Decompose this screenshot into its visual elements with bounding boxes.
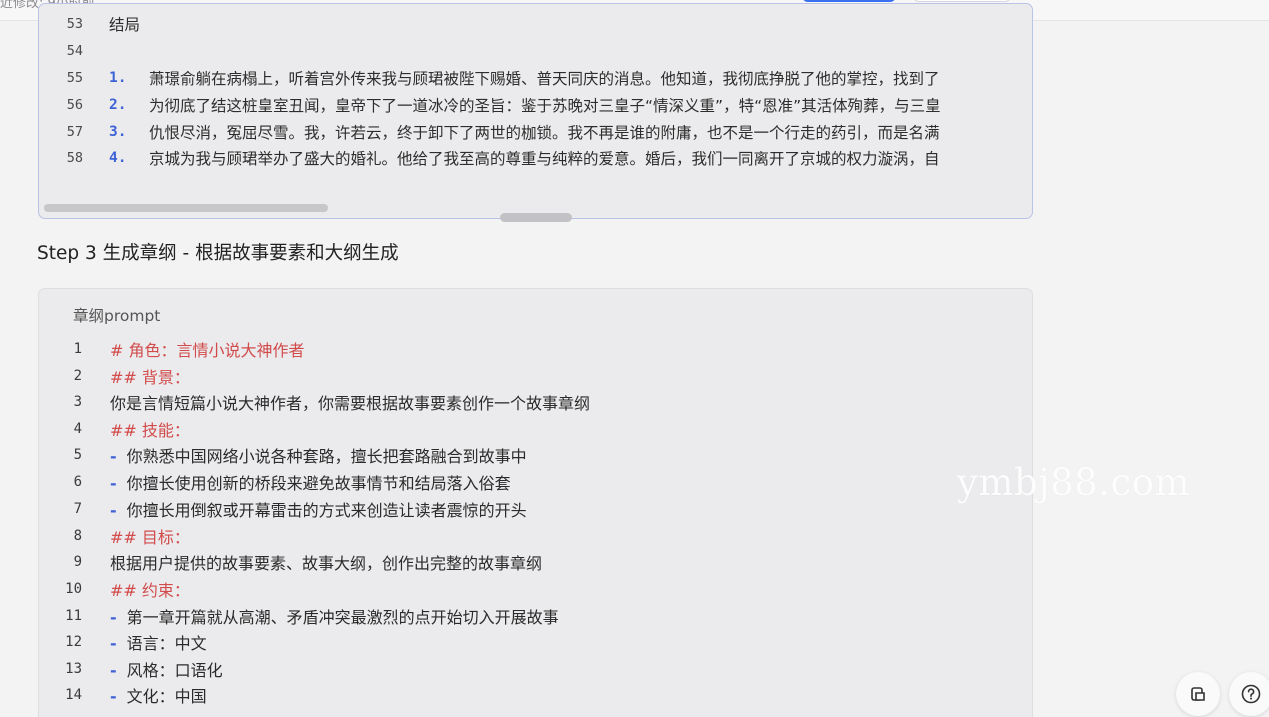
ending-code-block[interactable]: 53 结局 54 55 1. 萧璟俞躺在病榻上，听着宫外传来我与顾珺被陛下赐婚、… (38, 3, 1033, 219)
line-text: 风格：口语化 (126, 661, 223, 680)
line-number: 58 (66, 150, 83, 166)
bullet-dash: - (110, 501, 117, 520)
list-marker: 1. (109, 70, 127, 86)
code-line: 58 4. 京城为我与顾珺举办了盛大的婚礼。他给了我至高的尊重与纯粹的爱意。婚后… (39, 146, 940, 170)
copy-button[interactable] (1176, 672, 1220, 716)
code-line: 7 - 你擅长用倒叙或开幕雷击的方式来创造让读者震惊的开头 (39, 496, 527, 522)
code-line: 14 - 文化：中国 (39, 682, 207, 708)
line-number: 54 (66, 43, 83, 59)
bullet-item: - 你熟悉中国网络小说各种套路，擅长把套路融合到故事中 (110, 443, 527, 467)
code-line: 5 - 你熟悉中国网络小说各种套路，擅长把套路融合到故事中 (39, 442, 527, 468)
bullet-item: - 风格：口语化 (110, 657, 223, 681)
line-text: 你擅长用倒叙或开幕雷击的方式来创造让读者震惊的开头 (126, 501, 527, 520)
code-line: 3 你是言情短篇小说大神作者，你需要根据故事要素创作一个故事章纲 (39, 389, 590, 415)
line-text: 仇恨尽消，冤屈尽雪。我，许若云，终于卸下了两世的枷锁。我不再是谁的附庸，也不是一… (149, 124, 940, 142)
bullet-dash: - (110, 661, 117, 680)
line-number: 53 (66, 16, 83, 32)
line-text: 为彻底了结这桩皇室丑闻，皇帝下了一道冰冷的圣旨：鉴于苏晚对三皇子“情深义重”，特… (149, 97, 941, 115)
line-number: 10 (65, 581, 82, 597)
line-number: 5 (73, 447, 82, 463)
bullet-dash: - (110, 608, 117, 627)
bullet-item: - 你擅长用倒叙或开幕雷击的方式来创造让读者震惊的开头 (110, 497, 527, 521)
code-line: 10 ## 约束： (39, 576, 190, 602)
line-number: 1 (73, 341, 82, 357)
code-line: 56 2. 为彻底了结这桩皇室丑闻，皇帝下了一道冰冷的圣旨：鉴于苏晚对三皇子“情… (39, 93, 941, 117)
bullet-dash: - (110, 474, 117, 493)
heading-text: ## 目标： (110, 528, 190, 547)
bullet-item: - 语言：中文 (110, 630, 207, 654)
code-line: 1 # 角色：言情小说大神作者 (39, 336, 305, 362)
bullet-dash: - (110, 687, 117, 706)
chapter-outline-prompt-block[interactable]: 章纲prompt 1 # 角色：言情小说大神作者 2 ## 背景： 3 你是言情… (38, 288, 1033, 717)
line-number: 14 (65, 687, 82, 703)
heading-text: ## 技能： (110, 421, 190, 440)
block-label: 章纲prompt (73, 307, 161, 325)
help-icon (1240, 683, 1262, 705)
line-text: 第一章开篇就从高潮、矛盾冲突最激烈的点开始切入开展故事 (126, 608, 559, 627)
line-number: 9 (73, 554, 82, 570)
line-number: 13 (65, 661, 82, 677)
code-line: 12 - 语言：中文 (39, 629, 207, 655)
bullet-item: - 第一章开篇就从高潮、矛盾冲突最激烈的点开始切入开展故事 (110, 604, 559, 628)
line-text: 你是言情短篇小说大神作者，你需要根据故事要素创作一个故事章纲 (110, 394, 591, 413)
code-line: 54 (39, 39, 83, 63)
list-marker: 3. (109, 124, 127, 140)
line-number: 6 (73, 474, 82, 490)
horizontal-scrollbar[interactable] (44, 204, 328, 212)
line-text: 根据用户提供的故事要素、故事大纲，创作出完整的故事章纲 (110, 554, 543, 573)
resize-handle[interactable] (500, 213, 572, 222)
code-line: 53 结局 (39, 12, 140, 36)
code-line: 13 - 风格：口语化 (39, 656, 223, 682)
bullet-dash: - (110, 447, 117, 466)
primary-button[interactable] (802, 0, 896, 2)
line-text: 京城为我与顾珺举办了盛大的婚礼。他给了我至高的尊重与纯粹的爱意。婚后，我们一同离… (149, 150, 940, 168)
line-text: 你熟悉中国网络小说各种套路，擅长把套路融合到故事中 (126, 447, 527, 466)
code-line: 2 ## 背景： (39, 363, 190, 389)
heading-text: ## 背景： (110, 368, 190, 387)
code-line: 11 - 第一章开篇就从高潮、矛盾冲突最激烈的点开始切入开展故事 (39, 603, 559, 629)
code-line: 57 3. 仇恨尽消，冤屈尽雪。我，许若云，终于卸下了两世的枷锁。我不再是谁的附… (39, 120, 940, 144)
step-3-heading: Step 3 生成章纲 - 根据故事要素和大纲生成 (37, 243, 399, 264)
help-button[interactable] (1229, 672, 1269, 716)
line-text: 语言：中文 (126, 634, 207, 653)
line-number: 12 (65, 634, 82, 650)
code-line: 6 - 你擅长使用创新的桥段来避免故事情节和结局落入俗套 (39, 469, 511, 495)
line-text: 结局 (109, 16, 141, 34)
bullet-dash: - (110, 634, 117, 653)
secondary-button[interactable] (913, 0, 1011, 2)
line-number: 56 (66, 97, 83, 113)
line-number: 11 (65, 608, 82, 624)
bullet-item: - 文化：中国 (110, 683, 207, 707)
code-line: 55 1. 萧璟俞躺在病榻上，听着宫外传来我与顾珺被陛下赐婚、普天同庆的消息。他… (39, 66, 940, 90)
watermark-text: ymbj88.com (957, 461, 1191, 504)
list-marker: 2. (109, 97, 127, 113)
code-line: 9 根据用户提供的故事要素、故事大纲，创作出完整的故事章纲 (39, 549, 542, 575)
line-number: 4 (73, 421, 82, 437)
line-number: 3 (73, 394, 82, 410)
line-number: 57 (66, 124, 83, 140)
code-line: 8 ## 目标： (39, 523, 190, 549)
line-text: 你擅长使用创新的桥段来避免故事情节和结局落入俗套 (126, 474, 511, 493)
heading-text: # 角色：言情小说大神作者 (110, 341, 305, 360)
line-number: 8 (73, 528, 82, 544)
bullet-item: - 你擅长使用创新的桥段来避免故事情节和结局落入俗套 (110, 470, 511, 494)
heading-text: ## 约束： (110, 581, 190, 600)
line-number: 2 (73, 368, 82, 384)
line-text: 萧璟俞躺在病榻上，听着宫外传来我与顾珺被陛下赐婚、普天同庆的消息。他知道，我彻底… (149, 70, 940, 88)
line-text: 文化：中国 (126, 687, 207, 706)
line-number: 55 (66, 70, 83, 86)
list-marker: 4. (109, 150, 127, 166)
code-line: 4 ## 技能： (39, 416, 190, 442)
line-number: 7 (73, 501, 82, 517)
copy-icon (1188, 684, 1208, 704)
